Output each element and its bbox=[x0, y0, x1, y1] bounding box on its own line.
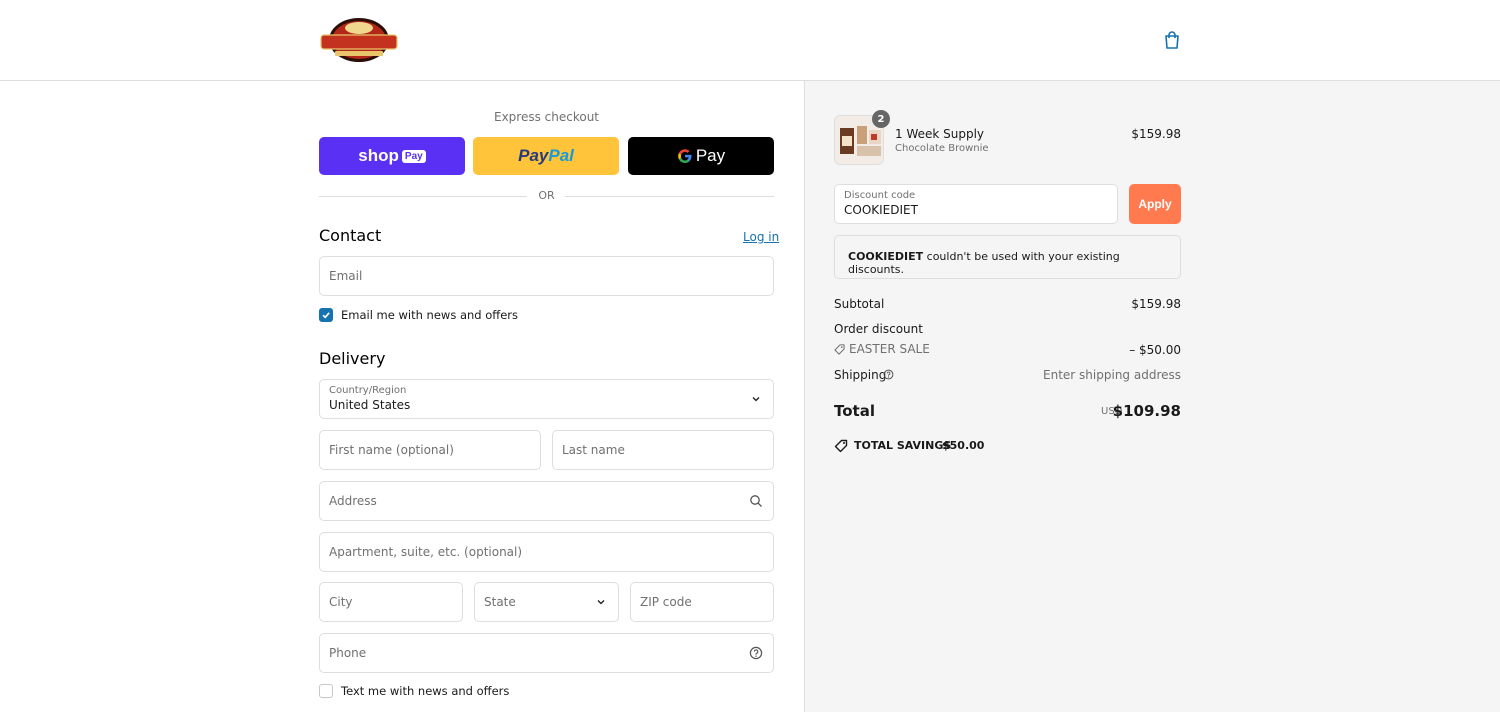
product-variant: Chocolate Brownie bbox=[895, 143, 989, 154]
zip-field[interactable]: ZIP code bbox=[630, 582, 774, 622]
discount-code-field[interactable]: Discount code COOKIEDIET bbox=[834, 184, 1118, 224]
text-news-checkbox[interactable] bbox=[319, 684, 333, 698]
text-news-label: Text me with news and offers bbox=[341, 684, 510, 698]
apartment-placeholder: Apartment, suite, etc. (optional) bbox=[329, 545, 523, 559]
subtotal-label: Subtotal bbox=[834, 297, 885, 311]
country-select[interactable]: Country/Region United States bbox=[319, 379, 774, 419]
shop-pay-label: shop bbox=[358, 146, 399, 165]
email-news-label: Email me with news and offers bbox=[341, 308, 519, 322]
paypal-label-2: Pal bbox=[548, 146, 574, 165]
help-circle-icon[interactable] bbox=[749, 646, 763, 660]
address-field[interactable]: Address bbox=[319, 481, 774, 521]
total-value: $109.98 bbox=[1112, 402, 1181, 420]
order-discount-label: Order discount bbox=[834, 322, 923, 336]
google-pay-button[interactable]: Pay bbox=[628, 137, 774, 175]
header bbox=[0, 0, 1500, 81]
cookie-diet-logo[interactable] bbox=[319, 16, 399, 64]
paypal-button[interactable]: Pay Pal bbox=[473, 137, 619, 175]
zip-placeholder: ZIP code bbox=[640, 595, 692, 609]
discount-error-notice: COOKIEDIET couldn't be used with your ex… bbox=[834, 235, 1181, 279]
state-select[interactable]: State bbox=[474, 582, 619, 622]
total-label: Total bbox=[834, 402, 875, 420]
product-price: $159.98 bbox=[1131, 127, 1181, 141]
subtotal-value: $159.98 bbox=[1131, 297, 1181, 311]
paypal-label-1: Pay bbox=[518, 146, 549, 165]
email-field[interactable]: Email bbox=[319, 256, 774, 296]
shipping-value: Enter shipping address bbox=[1043, 368, 1181, 382]
last-name-field[interactable]: Last name bbox=[552, 430, 774, 470]
first-name-placeholder: First name (optional) bbox=[329, 443, 454, 457]
city-placeholder: City bbox=[329, 595, 353, 609]
phone-field[interactable]: Phone bbox=[319, 633, 774, 673]
apartment-field[interactable]: Apartment, suite, etc. (optional) bbox=[319, 532, 774, 572]
last-name-placeholder: Last name bbox=[562, 443, 625, 457]
delivery-title: Delivery bbox=[319, 349, 386, 368]
savings-value: $50.00 bbox=[942, 439, 985, 452]
shop-pay-button[interactable]: shop Pay bbox=[319, 137, 465, 175]
shop-pay-badge: Pay bbox=[401, 149, 426, 163]
login-link[interactable]: Log in bbox=[743, 230, 779, 244]
discount-name: EASTER SALE bbox=[849, 342, 930, 356]
notice-code: COOKIEDIET bbox=[848, 250, 924, 263]
quantity-badge: 2 bbox=[872, 110, 890, 128]
apply-discount-button[interactable]: Apply bbox=[1129, 184, 1181, 224]
country-value: United States bbox=[329, 398, 411, 412]
state-placeholder: State bbox=[484, 595, 516, 609]
first-name-field[interactable]: First name (optional) bbox=[319, 430, 541, 470]
product-name: 1 Week Supply bbox=[895, 127, 985, 141]
savings-tag-icon bbox=[834, 439, 848, 453]
shopping-bag-icon[interactable] bbox=[1162, 30, 1182, 50]
phone-placeholder: Phone bbox=[329, 646, 367, 660]
chevron-down-icon bbox=[752, 397, 760, 402]
discount-tag-icon bbox=[834, 344, 845, 355]
email-news-checkbox-row[interactable]: Email me with news and offers bbox=[319, 307, 518, 323]
or-divider: OR bbox=[319, 189, 774, 203]
google-pay-label: Pay bbox=[695, 146, 726, 165]
discount-code-value: COOKIEDIET bbox=[844, 203, 918, 217]
email-news-checkbox[interactable] bbox=[319, 308, 333, 322]
order-summary-panel bbox=[804, 81, 1500, 712]
shipping-help-icon[interactable] bbox=[883, 369, 894, 380]
text-news-checkbox-row[interactable]: Text me with news and offers bbox=[319, 683, 509, 699]
contact-title: Contact bbox=[319, 226, 382, 245]
email-placeholder: Email bbox=[329, 269, 363, 283]
or-label: OR bbox=[538, 189, 555, 202]
address-placeholder: Address bbox=[329, 494, 377, 508]
city-field[interactable]: City bbox=[319, 582, 463, 622]
shipping-label: Shipping bbox=[834, 368, 887, 382]
discount-amount: – $50.00 bbox=[1129, 343, 1181, 357]
savings-label: TOTAL SAVINGS bbox=[854, 439, 952, 452]
country-label: Country/Region bbox=[329, 385, 407, 396]
google-g-icon bbox=[678, 149, 692, 163]
search-icon bbox=[750, 495, 762, 507]
discount-code-label: Discount code bbox=[844, 190, 916, 201]
express-checkout-title: Express checkout bbox=[493, 110, 600, 124]
chevron-down-icon bbox=[597, 600, 605, 605]
checkmark-icon bbox=[322, 312, 330, 319]
